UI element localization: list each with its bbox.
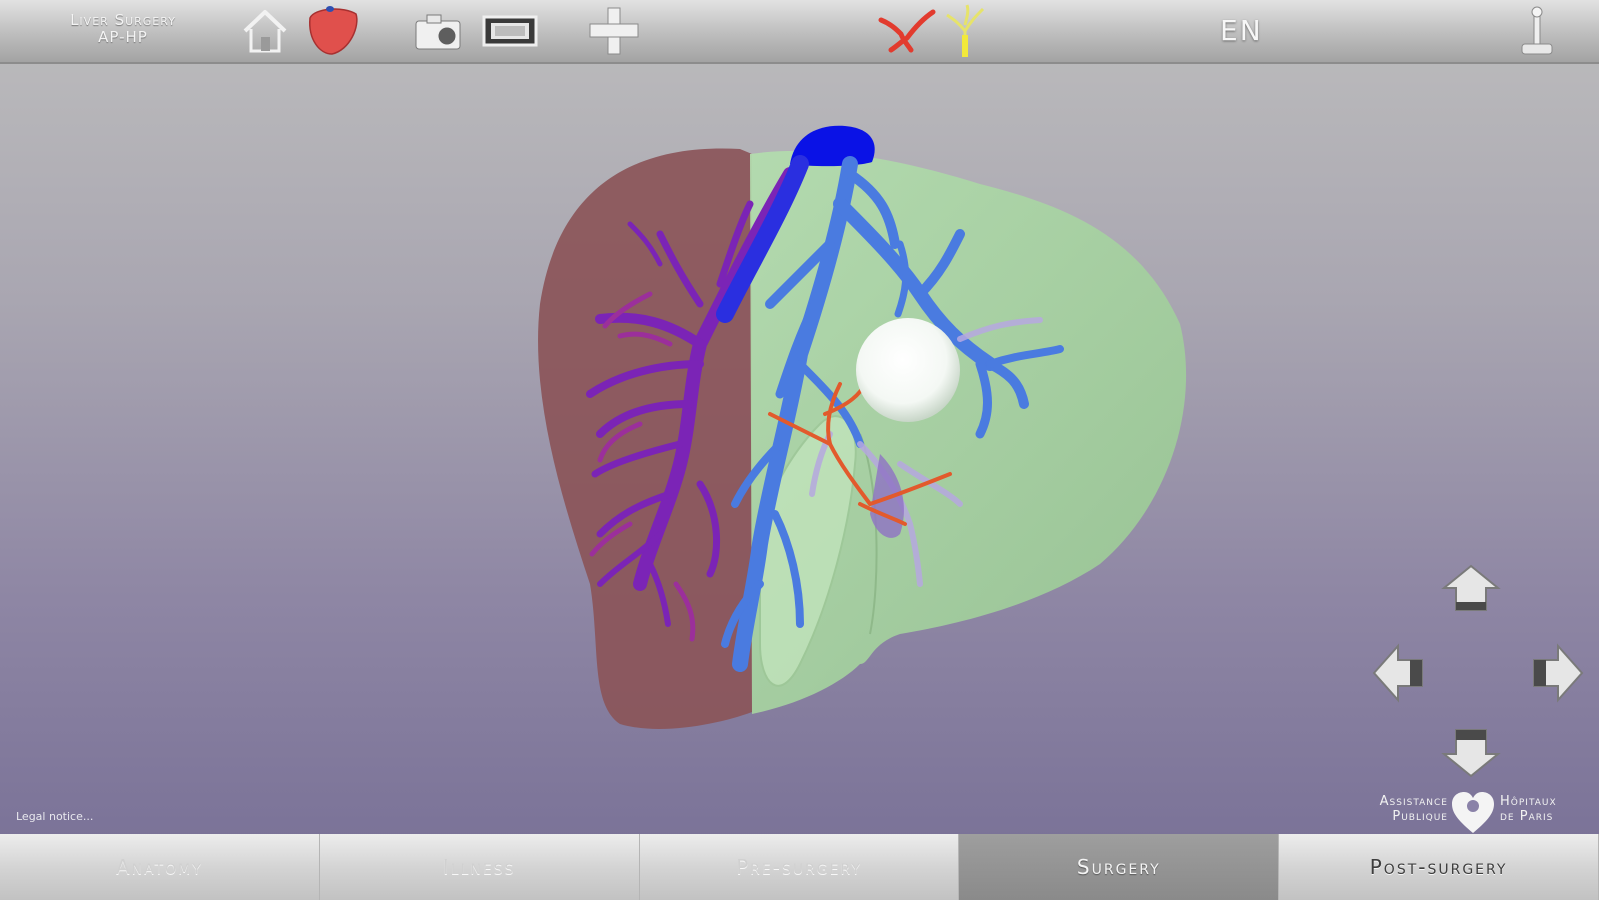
logo-left-text: Assistance Publique: [1336, 794, 1448, 824]
arteries-icon: [878, 9, 936, 53]
top-toolbar: Liver Surgery AP-HP EN: [0, 0, 1599, 64]
tumor-marker[interactable]: [856, 318, 960, 422]
arrow-down-icon[interactable]: [1440, 726, 1502, 780]
home-icon: [243, 10, 287, 53]
tab-pre-surgery[interactable]: Pre-surgery: [639, 834, 960, 900]
joystick-icon: [1521, 6, 1553, 55]
arrow-right-icon[interactable]: [1530, 640, 1586, 706]
logo-right-text: Hôpitaux de Paris: [1500, 794, 1557, 824]
section-tabs: Anatomy Illness Pre-surgery Surgery Post…: [0, 834, 1599, 900]
resected-liver-segment[interactable]: [538, 148, 752, 729]
toggle-biliary-button[interactable]: [940, 4, 988, 57]
logo-left-line1: Assistance: [1379, 794, 1448, 809]
app-title: Liver Surgery AP-HP: [28, 12, 218, 46]
app-title-line2: AP-HP: [98, 28, 148, 46]
liver-model-button[interactable]: [302, 6, 362, 56]
arrow-up-icon[interactable]: [1440, 562, 1502, 614]
camera-icon: [415, 14, 461, 50]
tab-illness[interactable]: Illness: [319, 834, 640, 900]
tab-post-surgery[interactable]: Post-surgery: [1279, 834, 1599, 900]
film-icon: [482, 15, 538, 47]
tab-surgery[interactable]: Surgery: [959, 834, 1280, 900]
logo-left-line2: Publique: [1392, 809, 1448, 824]
logo-right-line1: Hôpitaux: [1500, 794, 1557, 809]
liver-model-icon: [309, 6, 358, 55]
arrow-left-icon[interactable]: [1370, 640, 1426, 706]
legal-notice-link[interactable]: Legal notice...: [16, 810, 93, 823]
snapshot-button[interactable]: [412, 6, 468, 56]
aphp-logo: Assistance Publique Hôpitaux de Paris: [1336, 790, 1596, 836]
liver-3d-model[interactable]: [0, 64, 1599, 834]
app-title-line1: Liver Surgery: [70, 11, 176, 29]
video-button[interactable]: [480, 6, 540, 56]
logo-right-line2: de Paris: [1500, 809, 1554, 824]
toggle-arteries-button[interactable]: [876, 6, 938, 56]
aphp-heart-icon: [1452, 792, 1494, 833]
cross-icon: [589, 7, 639, 55]
3d-viewport[interactable]: [0, 64, 1599, 834]
language-selector[interactable]: EN: [1220, 14, 1263, 47]
biliary-tree-icon: [946, 4, 985, 57]
tab-anatomy[interactable]: Anatomy: [0, 834, 320, 900]
joystick-button[interactable]: [1512, 6, 1562, 56]
zoom-button[interactable]: [586, 6, 642, 56]
home-button[interactable]: [238, 6, 292, 56]
